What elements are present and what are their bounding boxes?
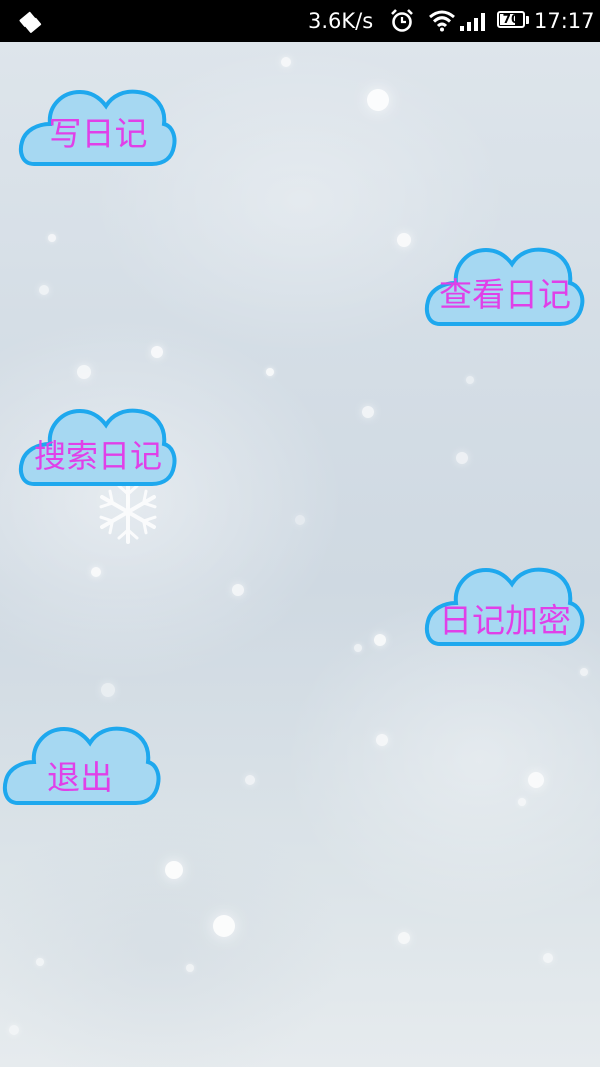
clock: 17:17	[534, 9, 595, 33]
exit-label: 退出	[47, 758, 113, 797]
snow-dot	[36, 958, 44, 966]
write-diary-button[interactable]: 写日记	[18, 78, 178, 170]
encrypt-diary-button[interactable]: 日记加密	[424, 555, 586, 650]
snow-dot	[186, 964, 194, 972]
snow-dot	[39, 285, 49, 295]
encrypt-diary-label: 日记加密	[439, 601, 571, 640]
snow-dot	[398, 932, 410, 944]
view-diary-label: 查看日记	[439, 275, 571, 314]
snow-dot	[367, 89, 389, 111]
snow-dot	[397, 233, 411, 247]
snow-dot	[77, 365, 91, 379]
view-diary-button[interactable]: 查看日记	[424, 235, 586, 330]
snow-dot	[151, 346, 163, 358]
snow-dot	[456, 452, 468, 464]
snow-dot	[213, 915, 235, 937]
snow-dot	[354, 644, 362, 652]
snow-dot	[266, 368, 274, 376]
snow-dot	[48, 234, 56, 242]
signal-icon	[460, 13, 485, 31]
snow-dot	[91, 567, 101, 577]
search-diary-label: 搜索日记	[33, 437, 162, 475]
snow-dot	[376, 734, 388, 746]
snow-dot	[466, 376, 474, 384]
snow-dot	[295, 515, 305, 525]
notification-icon	[19, 11, 42, 33]
snow-dot	[518, 798, 526, 806]
wifi-icon	[429, 10, 455, 32]
snow-dot	[543, 953, 553, 963]
exit-button[interactable]: 退出	[2, 714, 162, 809]
main-screen: 3.6K/s 70 17:17 写日记 查看日记 搜索日记 日记加密 退出	[0, 0, 600, 1067]
snow-dot	[362, 406, 374, 418]
alarm-icon	[391, 9, 413, 32]
battery-percent: 70	[502, 12, 520, 26]
snow-dot	[9, 1025, 19, 1035]
snow-dot	[374, 634, 386, 646]
snow-dot	[165, 861, 183, 879]
network-speed: 3.6K/s	[308, 9, 374, 33]
snow-dot	[281, 57, 291, 67]
search-diary-button[interactable]: 搜索日记	[18, 396, 178, 490]
snow-dot	[528, 772, 544, 788]
snow-dot	[580, 668, 588, 676]
status-bar: 3.6K/s 70 17:17	[0, 0, 600, 42]
snow-dot	[245, 775, 255, 785]
snow-dot	[101, 683, 115, 697]
snow-dot	[232, 584, 244, 596]
write-diary-label: 写日记	[48, 114, 148, 153]
battery-icon: 70	[497, 11, 529, 30]
